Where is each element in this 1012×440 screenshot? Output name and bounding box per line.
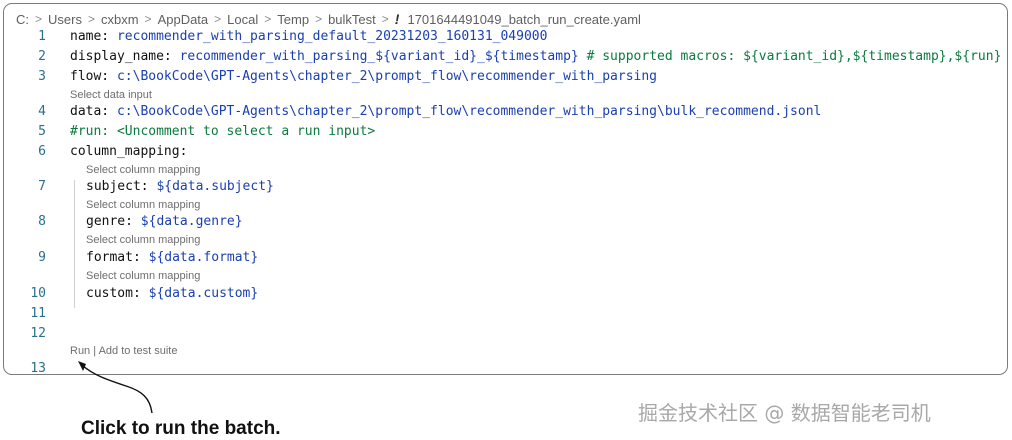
annotation-arrow	[78, 361, 153, 414]
annotation-caption: Click to run the batch.	[81, 418, 281, 439]
watermark: 掘金技术社区 @ 数据智能老司机	[638, 401, 931, 425]
